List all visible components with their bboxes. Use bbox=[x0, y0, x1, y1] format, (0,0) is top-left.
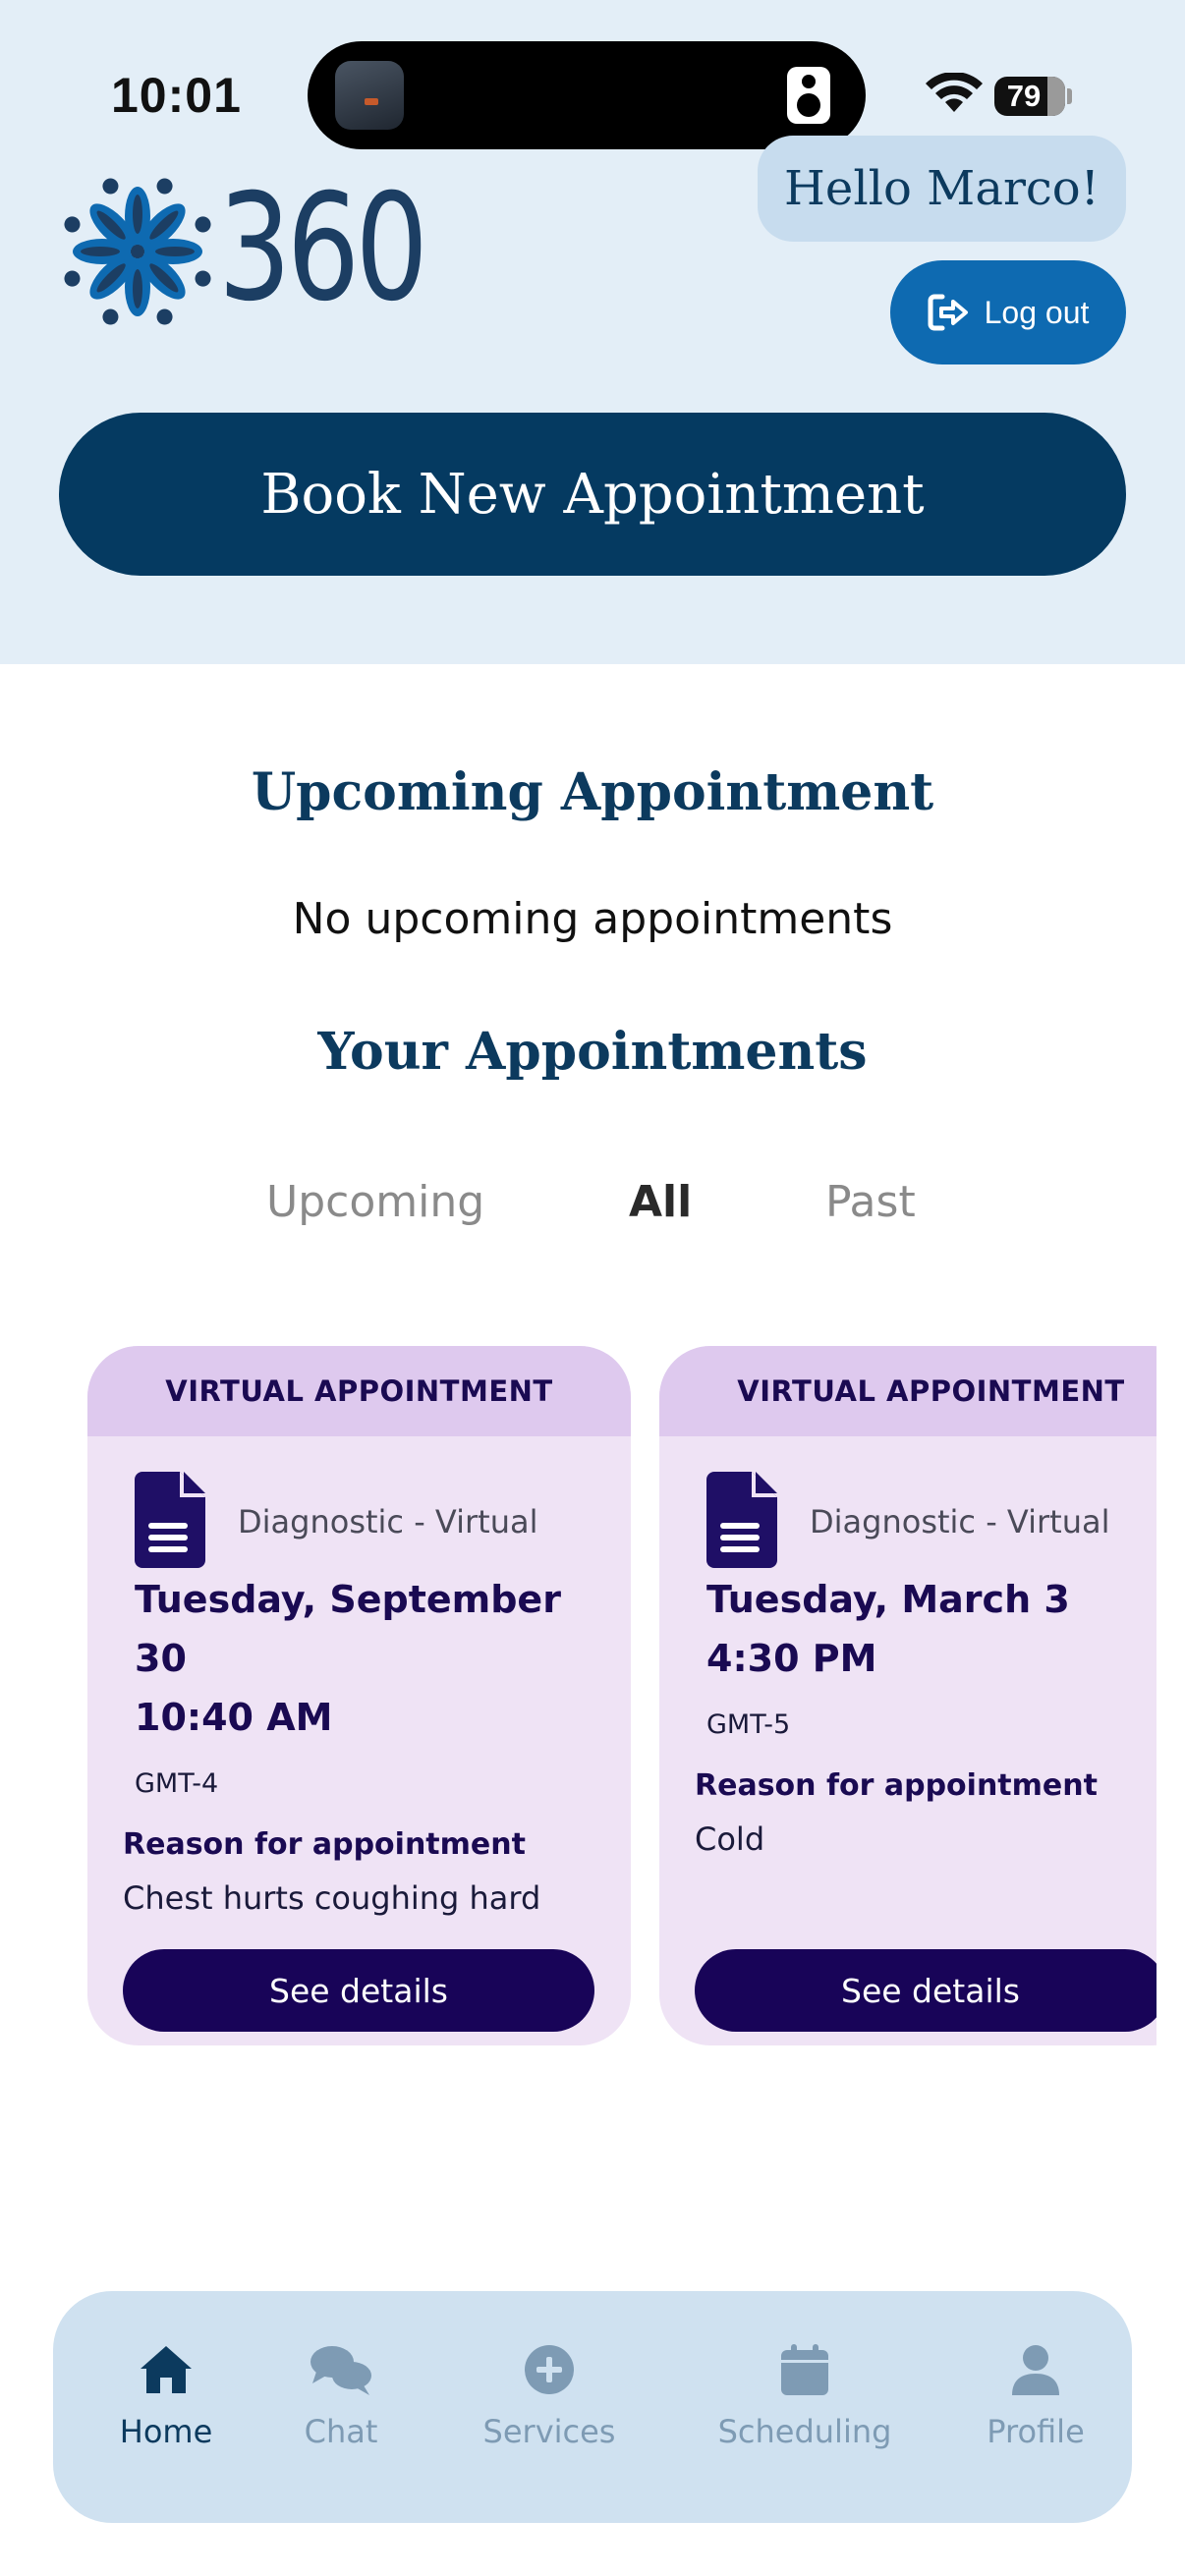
tab-upcoming[interactable]: Upcoming bbox=[266, 1177, 484, 1227]
dynamic-island bbox=[308, 41, 866, 149]
see-details-button[interactable]: See details bbox=[695, 1949, 1157, 2032]
appointment-card: VIRTUAL APPOINTMENT Diagnostic - Virtual… bbox=[659, 1346, 1157, 2045]
battery-nub bbox=[1067, 88, 1072, 104]
empty-upcoming-text: No upcoming appointments bbox=[292, 894, 893, 944]
greeting-badge: Hello Marco! bbox=[758, 136, 1126, 242]
reason-text: Chest hurts coughing hard bbox=[123, 1879, 541, 1917]
tab-all[interactable]: All bbox=[629, 1177, 692, 1227]
upcoming-title: Upcoming Appointment bbox=[251, 762, 934, 822]
battery-icon: 79 bbox=[994, 77, 1065, 116]
appointment-type: Diagnostic - Virtual bbox=[238, 1503, 538, 1540]
media-thumbnail-icon bbox=[335, 61, 404, 130]
card-header: VIRTUAL APPOINTMENT bbox=[87, 1346, 631, 1436]
logout-button[interactable]: Log out bbox=[890, 260, 1126, 364]
home-icon bbox=[141, 2346, 192, 2393]
logo-icon bbox=[64, 178, 211, 325]
speaker-icon bbox=[787, 67, 830, 124]
see-details-button[interactable]: See details bbox=[123, 1949, 594, 2032]
appointment-date: Tuesday, March 3 bbox=[706, 1578, 1070, 1621]
document-icon bbox=[135, 1472, 205, 1568]
appointment-card: VIRTUAL APPOINTMENT Diagnostic - Virtual… bbox=[87, 1346, 631, 2045]
appointments-title: Your Appointments bbox=[317, 1022, 868, 1082]
nav-label-profile: Profile bbox=[987, 2413, 1085, 2450]
status-time: 10:01 bbox=[111, 68, 242, 123]
reason-label: Reason for appointment bbox=[123, 1827, 526, 1862]
chat-icon bbox=[310, 2346, 371, 2395]
logout-label: Log out bbox=[984, 294, 1090, 330]
nav-item-profile[interactable]: Profile bbox=[977, 2342, 1095, 2450]
appointment-time: 10:40 AM bbox=[135, 1696, 333, 1739]
nav-label-home: Home bbox=[119, 2413, 213, 2450]
battery-level: 79 bbox=[1006, 79, 1042, 113]
tab-past[interactable]: Past bbox=[825, 1177, 916, 1227]
appointment-date: Tuesday, September 30 bbox=[135, 1578, 561, 1680]
bottom-nav: Home Chat Services Scheduling Profile bbox=[53, 2291, 1132, 2523]
nav-label-scheduling: Scheduling bbox=[717, 2413, 892, 2450]
logout-icon bbox=[928, 294, 968, 331]
reason-text: Cold bbox=[695, 1820, 765, 1858]
book-appointment-button[interactable]: Book New Appointment bbox=[59, 413, 1126, 576]
nav-label-chat: Chat bbox=[304, 2413, 378, 2450]
plus-circle-icon bbox=[525, 2345, 574, 2394]
nav-item-chat[interactable]: Chat bbox=[287, 2342, 395, 2450]
calendar-icon bbox=[781, 2344, 828, 2395]
logo-text: 360 bbox=[218, 163, 428, 334]
wifi-icon bbox=[926, 73, 983, 112]
reason-label: Reason for appointment bbox=[695, 1768, 1098, 1803]
nav-item-services[interactable]: Services bbox=[476, 2342, 623, 2450]
nav-item-scheduling[interactable]: Scheduling bbox=[711, 2342, 898, 2450]
appointments-carousel[interactable]: VIRTUAL APPOINTMENT Diagnostic - Virtual… bbox=[0, 1346, 1157, 2048]
appointment-time: 4:30 PM bbox=[706, 1637, 877, 1680]
nav-item-home[interactable]: Home bbox=[107, 2342, 225, 2450]
appointment-timezone: GMT-5 bbox=[706, 1709, 791, 1740]
appointment-datetime: Tuesday, September 30 10:40 AM bbox=[135, 1570, 606, 1747]
user-icon bbox=[1012, 2345, 1059, 2395]
appointment-datetime: Tuesday, March 3 4:30 PM bbox=[706, 1570, 1157, 1688]
card-header: VIRTUAL APPOINTMENT bbox=[659, 1346, 1157, 1436]
document-icon bbox=[706, 1472, 777, 1568]
appointment-type: Diagnostic - Virtual bbox=[810, 1503, 1110, 1540]
nav-label-services: Services bbox=[482, 2413, 616, 2450]
appointment-timezone: GMT-4 bbox=[135, 1768, 219, 1799]
